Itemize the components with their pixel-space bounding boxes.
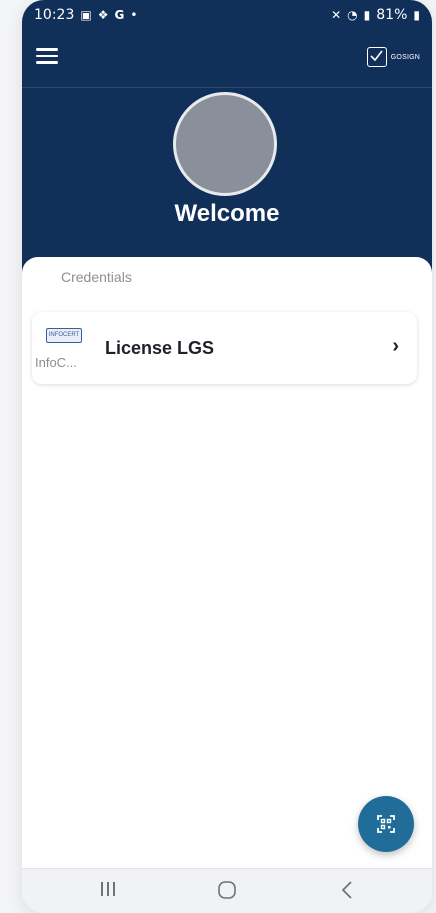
checkbox-icon [366, 47, 387, 67]
wifi-icon: ◔ [347, 8, 358, 22]
qr-scan-icon [377, 815, 395, 833]
phone-frame: 10:23 ▣ ❖ G • ✕ ◔ ▮ 81% ▮ GOSIGN Welcome… [22, 0, 432, 913]
home-icon[interactable] [217, 880, 237, 905]
credential-title: License LGS [105, 338, 215, 358]
system-nav-bar [22, 868, 432, 913]
recent-apps-icon[interactable] [100, 880, 116, 903]
battery-icon: ▮ [413, 8, 420, 22]
status-right: ✕ ◔ ▮ 81% ▮ [331, 7, 420, 23]
status-left: 10:23 ▣ ❖ G • [34, 7, 137, 23]
back-icon[interactable] [340, 880, 354, 905]
credential-card[interactable]: INFOCERT InfoC... License LGS › [32, 312, 417, 384]
issuer-logo: INFOCERT [46, 328, 82, 343]
mute-icon: ✕ [331, 8, 342, 22]
brand-label: GOSIGN [390, 53, 420, 61]
section-title: Credentials [61, 269, 132, 285]
credentials-sheet: Credentials INFOCERT InfoC... License LG… [22, 257, 432, 867]
hamburger-menu-icon[interactable] [36, 48, 58, 66]
qr-scan-button[interactable] [358, 796, 414, 852]
google-icon: G [114, 8, 125, 22]
dot-icon: • [130, 8, 138, 22]
gallery-icon: ▣ [80, 8, 92, 22]
avatar[interactable] [173, 92, 277, 196]
chevron-right-icon: › [392, 335, 399, 357]
battery-level: 81% [376, 7, 408, 23]
gosign-button[interactable]: GOSIGN [366, 47, 420, 67]
welcome-title: Welcome [174, 200, 280, 227]
status-time: 10:23 [34, 7, 75, 23]
status-bar: 10:23 ▣ ❖ G • ✕ ◔ ▮ 81% ▮ [22, 0, 432, 32]
teams-icon: ❖ [97, 8, 109, 22]
signal-icon: ▮ [363, 8, 371, 22]
app-bar: GOSIGN [22, 32, 432, 88]
issuer-name: InfoC... [35, 355, 77, 370]
